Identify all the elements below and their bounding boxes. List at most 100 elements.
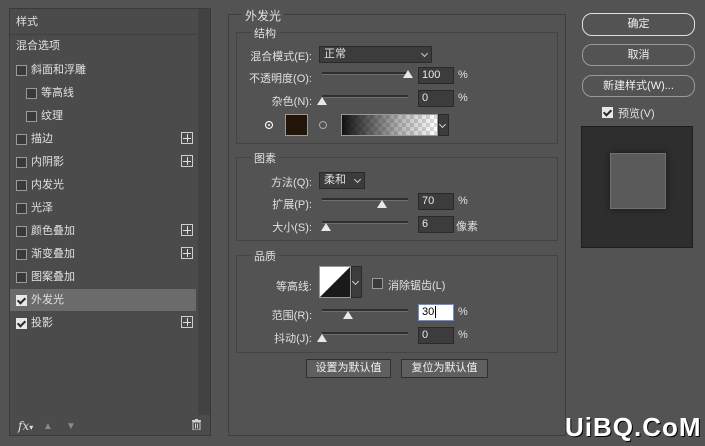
add-plus-icon[interactable] [181, 316, 193, 328]
jitter-slider-thumb[interactable] [317, 334, 327, 342]
quality-title: 品质 [251, 248, 279, 264]
style-item-label: 颜色叠加 [31, 225, 75, 237]
gradient-picker[interactable] [341, 114, 438, 136]
technique-select[interactable]: 柔和 [319, 172, 365, 189]
style-checkbox[interactable] [16, 203, 27, 214]
style-item-10[interactable]: 外发光 [10, 289, 196, 311]
spread-input[interactable]: 70 [418, 193, 454, 210]
style-item-label: 斜面和浮雕 [31, 64, 86, 76]
styles-list-panel: 样式 混合选项 斜面和浮雕等高线纹理描边 内阴影 内发光光泽颜色叠加渐变叠加图案叠加… [9, 8, 211, 436]
jitter-input[interactable]: 0 [418, 327, 454, 344]
style-checkbox[interactable] [16, 249, 27, 260]
elements-title: 图素 [251, 150, 279, 166]
move-down-icon[interactable]: ▼ [66, 421, 76, 432]
blend-mode-label: 混合模式(E): [250, 51, 312, 63]
style-item-0[interactable]: 斜面和浮雕 [10, 59, 196, 81]
style-item-label: 等高线 [41, 87, 74, 99]
style-checkbox[interactable] [16, 295, 27, 306]
fx-menu-icon[interactable]: fx▾ [18, 419, 33, 433]
range-unit: % [458, 306, 468, 318]
make-default-button[interactable]: 设置为默认值 [306, 359, 391, 378]
noise-label: 杂色(N): [271, 96, 312, 108]
contour-curve-icon [320, 267, 350, 297]
blend-mode-select[interactable]: 正常 [319, 46, 432, 63]
technique-label: 方法(Q): [271, 177, 312, 189]
style-item-5[interactable]: 内发光 [10, 174, 196, 196]
style-item-9[interactable]: 图案叠加 [10, 266, 196, 288]
add-plus-icon[interactable] [181, 155, 193, 167]
range-slider-track[interactable] [322, 309, 408, 312]
style-item-label: 光泽 [31, 202, 53, 214]
contour-label: 等高线: [275, 281, 312, 293]
style-checkbox[interactable] [16, 65, 27, 76]
opacity-slider-thumb[interactable] [403, 70, 413, 78]
size-label: 大小(S): [272, 222, 312, 234]
style-item-label: 纹理 [41, 110, 63, 122]
style-item-6[interactable]: 光泽 [10, 197, 196, 219]
range-label: 范围(R): [271, 310, 312, 322]
style-item-label: 渐变叠加 [31, 248, 75, 260]
opacity-input[interactable]: 100 [418, 67, 454, 84]
style-item-8[interactable]: 渐变叠加 [10, 243, 196, 265]
style-checkbox[interactable] [16, 180, 27, 191]
trash-icon[interactable] [192, 419, 201, 431]
spread-label: 扩展(P): [272, 199, 312, 211]
range-input[interactable]: 30 [418, 304, 454, 321]
chevron-down-icon [351, 277, 360, 286]
noise-input[interactable]: 0 [418, 90, 454, 107]
chevron-down-icon [420, 49, 429, 58]
spread-unit: % [458, 195, 468, 207]
style-item-3[interactable]: 描边 [10, 128, 196, 150]
add-plus-icon[interactable] [181, 132, 193, 144]
size-slider-thumb[interactable] [321, 223, 332, 231]
spread-slider-track[interactable] [322, 198, 408, 201]
move-up-icon[interactable]: ▲ [43, 421, 53, 432]
preview-checkbox[interactable] [602, 107, 613, 118]
range-slider-thumb[interactable] [342, 311, 353, 319]
style-item-1[interactable]: 等高线 [10, 82, 196, 104]
glow-color-swatch[interactable] [285, 114, 308, 136]
contour-picker[interactable] [319, 266, 351, 298]
opacity-unit: % [458, 69, 468, 81]
style-checkbox[interactable] [16, 272, 27, 283]
jitter-slider-track[interactable] [322, 332, 408, 335]
style-item-label: 外发光 [31, 294, 64, 306]
add-plus-icon[interactable] [181, 247, 193, 259]
styles-header: 样式 [16, 16, 38, 28]
anti-alias-checkbox[interactable] [372, 278, 383, 289]
preview-label: 预览(V) [618, 108, 655, 120]
new-style-button[interactable]: 新建样式(W)... [582, 75, 695, 97]
add-plus-icon[interactable] [181, 224, 193, 236]
style-checkbox[interactable] [16, 134, 27, 145]
cancel-button[interactable]: 取消 [582, 44, 695, 66]
style-checkbox[interactable] [16, 226, 27, 237]
reset-default-button[interactable]: 复位为默认值 [401, 359, 488, 378]
size-unit: 像素 [456, 221, 478, 233]
gradient-radio[interactable] [319, 121, 327, 129]
structure-title: 结构 [251, 25, 279, 41]
style-item-label: 投影 [31, 317, 53, 329]
gradient-dropdown[interactable] [438, 114, 449, 136]
ok-button[interactable]: 确定 [582, 13, 695, 36]
style-checkbox[interactable] [16, 318, 27, 329]
outer-glow-title: 外发光 [242, 7, 285, 24]
spread-slider-thumb[interactable] [377, 200, 388, 208]
opacity-slider-track[interactable] [322, 72, 408, 75]
style-checkbox[interactable] [16, 157, 27, 168]
jitter-label: 抖动(J): [274, 333, 312, 345]
chevron-down-icon [438, 120, 447, 129]
styles-scrollbar[interactable] [198, 9, 210, 415]
blending-options-item[interactable]: 混合选项 [10, 35, 196, 57]
style-checkbox[interactable] [26, 111, 37, 122]
style-checkbox[interactable] [26, 88, 37, 99]
noise-slider-track[interactable] [322, 95, 408, 98]
style-item-2[interactable]: 纹理 [10, 105, 196, 127]
size-input[interactable]: 6 [418, 216, 454, 233]
noise-slider-thumb[interactable] [317, 97, 327, 105]
style-item-4[interactable]: 内阴影 [10, 151, 196, 173]
style-item-11[interactable]: 投影 [10, 312, 196, 334]
solid-color-radio[interactable] [265, 121, 273, 129]
style-item-7[interactable]: 颜色叠加 [10, 220, 196, 242]
contour-dropdown[interactable] [351, 266, 362, 298]
size-slider-track[interactable] [322, 221, 408, 224]
